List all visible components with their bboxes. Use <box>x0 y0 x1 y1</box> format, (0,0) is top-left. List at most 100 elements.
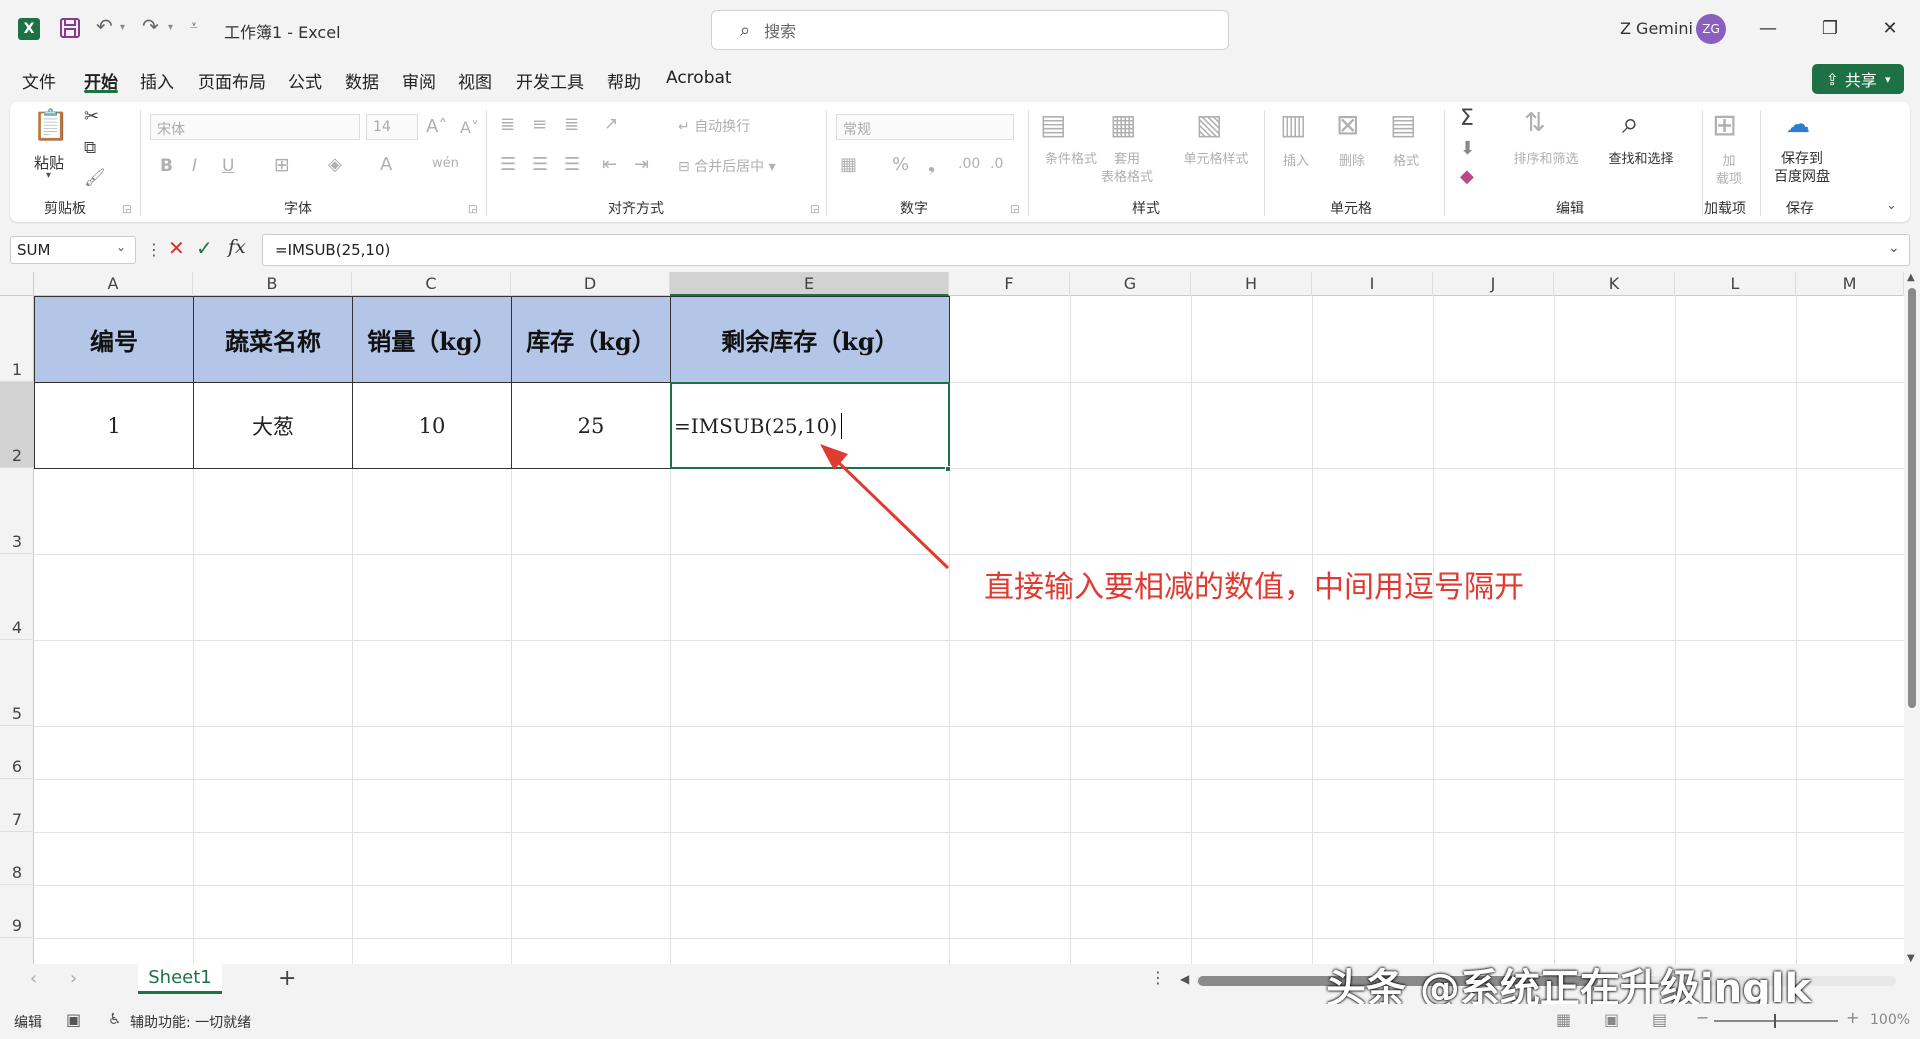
align-top-icon[interactable]: ≣ <box>500 114 515 135</box>
cell-b1[interactable]: 蔬菜名称 <box>193 296 353 383</box>
column-header-h[interactable]: H <box>1191 272 1312 296</box>
cell-styles-button[interactable]: 单元格样式 <box>1172 148 1260 167</box>
search-box[interactable]: ⌕ 搜索 <box>711 10 1229 50</box>
row-header-2[interactable]: 2 <box>0 382 34 468</box>
underline-icon[interactable]: U <box>222 156 234 176</box>
format-as-table-button-line1[interactable]: 套用 <box>1102 148 1152 167</box>
spreadsheet-grid[interactable]: A B C D E F G H I J K L M 1 2 3 4 5 6 7 … <box>0 272 1904 964</box>
cell-c2[interactable]: 10 <box>352 382 512 469</box>
sort-filter-button[interactable]: 排序和筛选 <box>1506 148 1586 167</box>
cancel-icon[interactable]: ✕ <box>168 236 185 260</box>
fill-icon[interactable]: ⬇ <box>1460 138 1475 159</box>
number-launcher-icon[interactable]: ◲ <box>1010 204 1019 215</box>
column-header-f[interactable]: F <box>949 272 1070 296</box>
align-bottom-icon[interactable]: ≣ <box>564 114 579 135</box>
page-layout-view-icon[interactable]: ▣ <box>1604 1010 1619 1029</box>
orientation-icon[interactable]: ↗ <box>604 114 618 134</box>
row-header-4[interactable]: 4 <box>0 554 34 640</box>
cell-a2[interactable]: 1 <box>34 382 194 469</box>
addins-button-line1[interactable]: 加 <box>1716 150 1742 169</box>
insert-function-icon[interactable]: fx <box>228 236 246 258</box>
cell-d1[interactable]: 库存（kg） <box>511 296 671 383</box>
undo-dropdown-icon[interactable]: ▾ <box>120 22 125 33</box>
formula-bar-more-icon[interactable]: ⋮ <box>146 240 162 259</box>
column-header-m[interactable]: M <box>1796 272 1904 296</box>
user-name[interactable]: Z Gemini <box>1620 19 1693 38</box>
tab-developer[interactable]: 开发工具 <box>516 68 584 93</box>
zoom-out-icon[interactable]: − <box>1696 1008 1709 1027</box>
column-header-l[interactable]: L <box>1675 272 1796 296</box>
row-header-6[interactable]: 6 <box>0 726 34 779</box>
cell-d2[interactable]: 25 <box>511 382 671 469</box>
normal-view-icon[interactable]: ▦ <box>1556 1010 1571 1029</box>
column-header-i[interactable]: I <box>1312 272 1433 296</box>
collapse-ribbon-icon[interactable]: ⌄ <box>1886 198 1897 213</box>
share-button[interactable]: ⇪ 共享 ▾ <box>1812 64 1904 94</box>
conditional-formatting-icon[interactable]: ▤ <box>1040 108 1066 141</box>
page-break-view-icon[interactable]: ▤ <box>1652 1010 1667 1029</box>
phonetic-icon[interactable]: wén <box>432 156 459 171</box>
redo-dropdown-icon[interactable]: ▾ <box>168 22 173 33</box>
expand-formula-bar-icon[interactable]: ⌄ <box>1888 240 1900 256</box>
baidu-netdisk-icon[interactable]: ☁ <box>1786 110 1810 138</box>
wrap-text-button[interactable]: ↵ 自动换行 <box>678 116 750 136</box>
formula-input[interactable]: =IMSUB(25,10) <box>262 234 1910 266</box>
tab-data[interactable]: 数据 <box>345 68 379 93</box>
font-name-select[interactable]: 宋体 <box>150 114 360 140</box>
row-header-5[interactable]: 5 <box>0 640 34 726</box>
clipboard-launcher-icon[interactable]: ◲ <box>122 204 131 215</box>
alignment-launcher-icon[interactable]: ◲ <box>810 204 819 215</box>
cell-mode-icon[interactable]: ▣ <box>66 1010 81 1029</box>
format-cells-icon[interactable]: ▤ <box>1390 108 1416 141</box>
column-header-b[interactable]: B <box>193 272 352 296</box>
find-select-button[interactable]: 查找和选择 <box>1588 148 1694 167</box>
increase-indent-icon[interactable]: ⇥ <box>634 154 649 175</box>
align-left-icon[interactable]: ☰ <box>500 154 516 175</box>
italic-icon[interactable]: I <box>192 156 197 176</box>
addins-icon[interactable]: ⊞ <box>1712 108 1737 143</box>
tab-help[interactable]: 帮助 <box>607 68 641 93</box>
cell-c1[interactable]: 销量（kg） <box>352 296 512 383</box>
paste-icon[interactable]: 📋 <box>32 108 69 148</box>
clear-icon[interactable]: ◆ <box>1460 166 1474 187</box>
row-header-7[interactable]: 7 <box>0 779 34 832</box>
cell-styles-icon[interactable]: ▧ <box>1196 108 1222 141</box>
zoom-slider-thumb[interactable] <box>1774 1014 1776 1028</box>
select-all-corner[interactable] <box>0 272 34 296</box>
cell-e1[interactable]: 剩余库存（kg） <box>670 296 950 383</box>
tab-review[interactable]: 审阅 <box>402 68 436 93</box>
delete-cells-icon[interactable]: ⊠ <box>1336 108 1359 141</box>
autosum-icon[interactable]: Σ <box>1460 106 1474 131</box>
sort-filter-icon[interactable]: ⇅ <box>1524 108 1546 138</box>
column-header-c[interactable]: C <box>352 272 511 296</box>
tab-insert[interactable]: 插入 <box>140 68 174 93</box>
paste-dropdown-icon[interactable]: ▾ <box>46 170 51 181</box>
comma-style-icon[interactable]: ❟ <box>928 154 935 175</box>
zoom-level[interactable]: 100% <box>1870 1012 1910 1028</box>
scroll-up-icon[interactable]: ▲ <box>1907 272 1915 283</box>
accounting-format-icon[interactable]: ▦ <box>840 154 857 175</box>
prev-sheet-icon[interactable]: ‹ <box>30 968 37 989</box>
column-header-g[interactable]: G <box>1070 272 1191 296</box>
save-baidu-button-line2[interactable]: 百度网盘 <box>1762 166 1842 186</box>
increase-font-icon[interactable]: A˄ <box>426 116 447 137</box>
next-sheet-icon[interactable]: › <box>70 968 77 989</box>
redo-icon[interactable]: ↷ <box>142 14 159 38</box>
tab-view[interactable]: 视图 <box>458 68 492 93</box>
vertical-scroll-thumb[interactable] <box>1908 288 1916 708</box>
column-header-a[interactable]: A <box>34 272 193 296</box>
enter-icon[interactable]: ✓ <box>196 236 213 260</box>
fill-color-icon[interactable]: ◈ <box>328 154 342 175</box>
name-box-dropdown-icon[interactable]: ⌄ <box>116 240 126 254</box>
tab-formulas[interactable]: 公式 <box>288 68 322 93</box>
cell-e2-active[interactable]: =IMSUB(25,10) <box>670 382 950 469</box>
column-header-k[interactable]: K <box>1554 272 1675 296</box>
accessibility-status[interactable]: 辅助功能: 一切就绪 <box>130 1012 251 1032</box>
delete-cells-button[interactable]: 删除 <box>1334 150 1370 169</box>
row-header-9[interactable]: 9 <box>0 885 34 938</box>
avatar[interactable]: ZG <box>1696 14 1726 44</box>
sheet-bar-splitter-icon[interactable]: ⋮ <box>1150 968 1166 987</box>
close-icon[interactable]: ✕ <box>1870 10 1910 46</box>
column-header-d[interactable]: D <box>511 272 670 296</box>
zoom-slider[interactable] <box>1714 1020 1838 1022</box>
